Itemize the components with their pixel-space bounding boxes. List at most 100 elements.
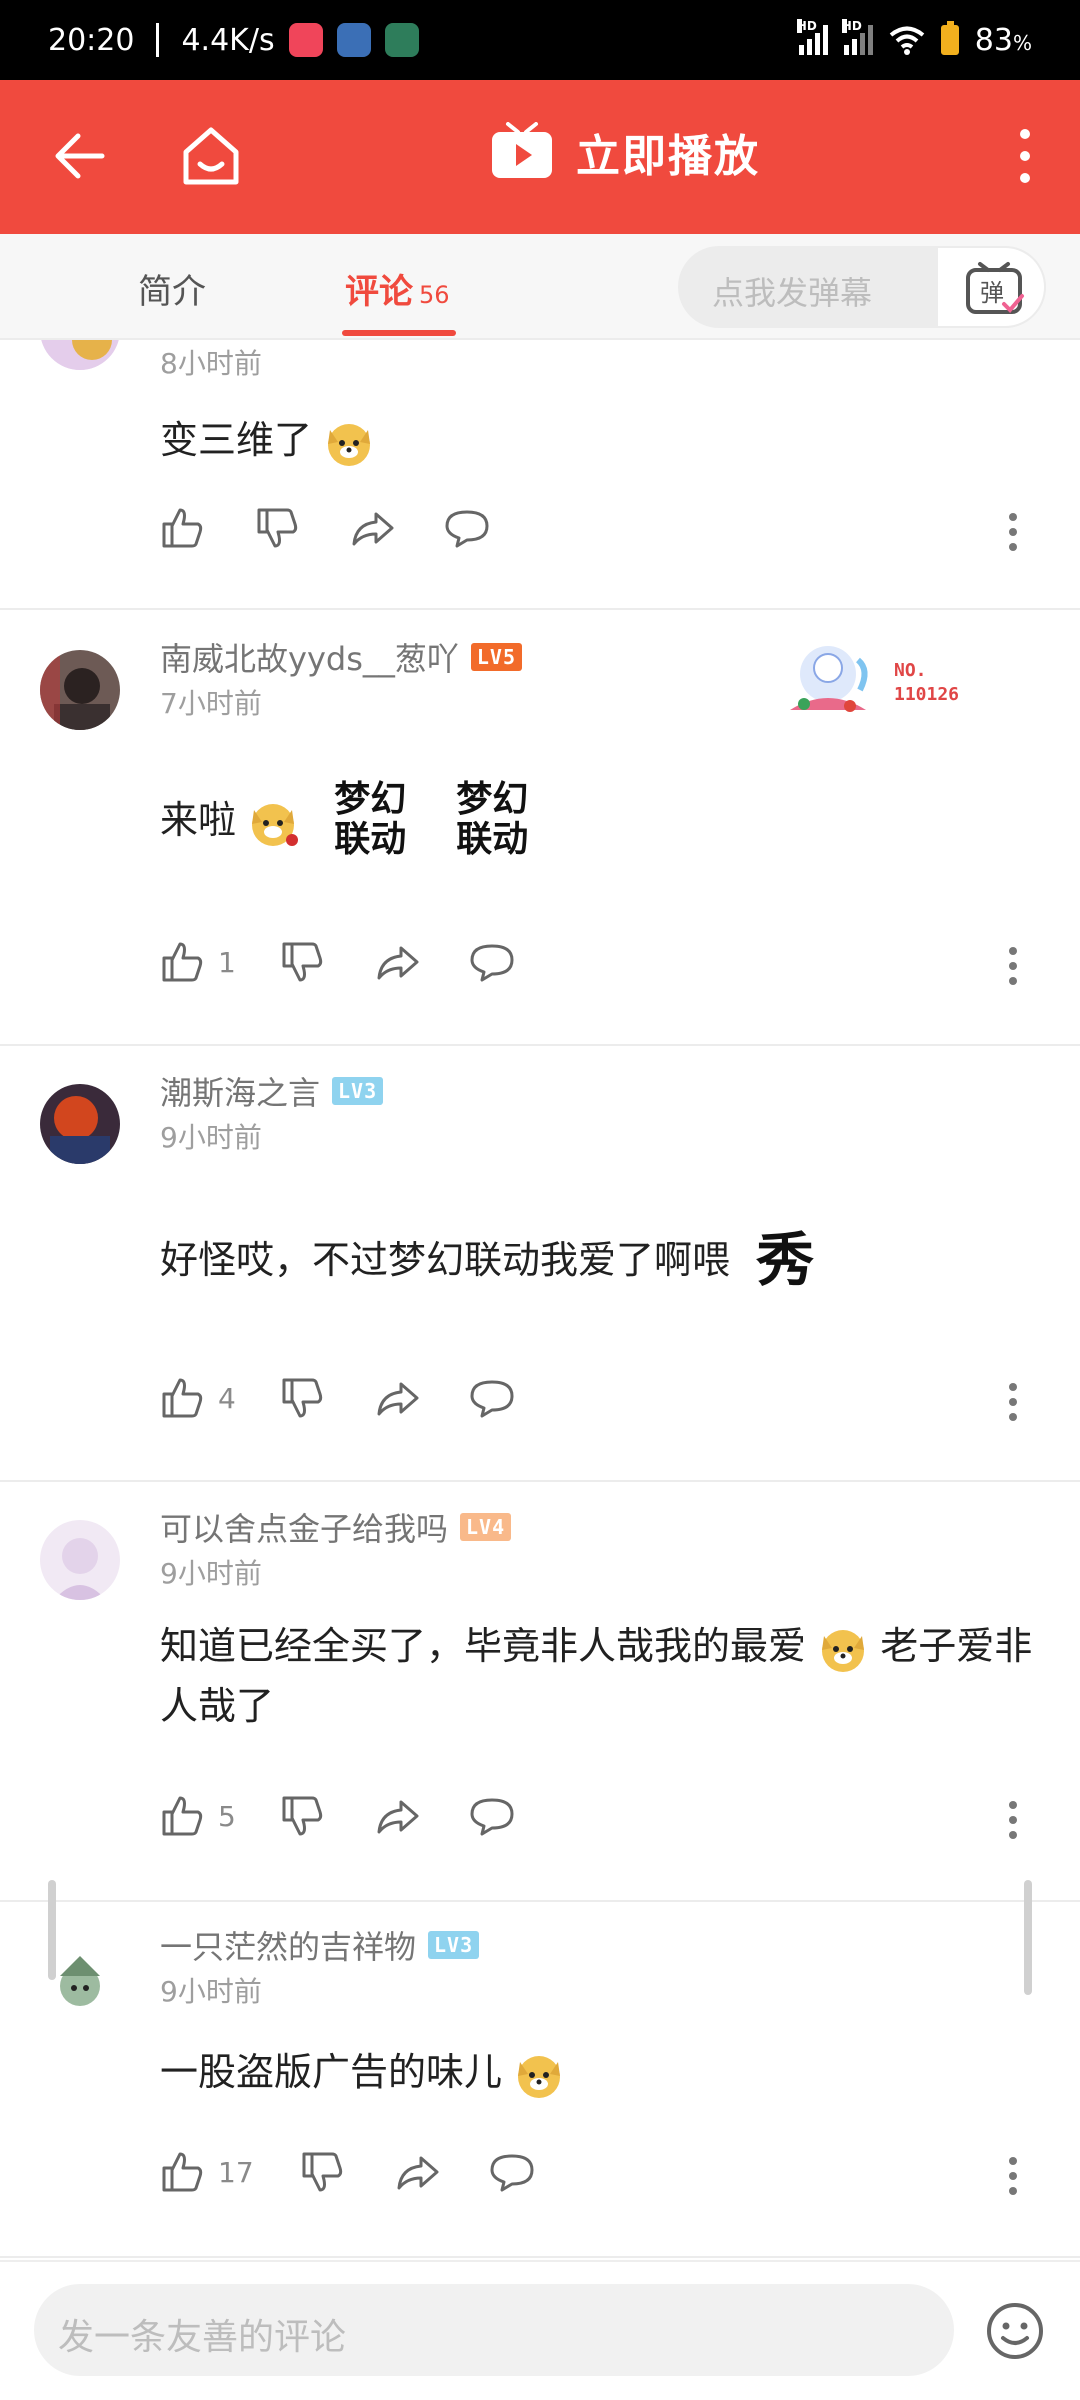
status-network-speed: 4.4K/s	[181, 22, 275, 58]
tab-indicator	[342, 330, 456, 336]
reply-button[interactable]	[490, 2150, 585, 2194]
scroll-indicator-right[interactable]	[1024, 1880, 1032, 1995]
share-button[interactable]	[375, 1794, 470, 1838]
comment-bubble-icon	[490, 2154, 534, 2192]
comment-bubble-icon	[445, 510, 489, 548]
comment-list[interactable]: 8小时前 变三维了 南威北故yyds__葱吖 LV5 7小时前 NO. 1101…	[0, 340, 1080, 2260]
share-arrow-icon	[377, 946, 419, 980]
comment-more-icon[interactable]	[1008, 2156, 1018, 2196]
comment-item: 可以舍点金子给我吗 LV4 9小时前 知道已经全买了，毕竟非人哉我的最爱 老子爱…	[0, 1482, 1080, 1902]
user-avatar[interactable]	[40, 340, 120, 370]
dislike-button[interactable]	[300, 2150, 395, 2194]
svg-text:NO.: NO.	[894, 660, 927, 681]
share-button[interactable]	[395, 2150, 490, 2194]
comment-more-icon[interactable]	[1008, 1382, 1018, 1422]
comment-time: 7小时前	[160, 687, 262, 720]
reply-button[interactable]	[470, 1794, 565, 1838]
comment-time: 9小时前	[160, 1975, 262, 2008]
level-badge: LV3	[428, 1931, 480, 1959]
fan-medal-badge: NO. 110126	[790, 646, 959, 712]
comment-time: 9小时前	[160, 1121, 262, 1154]
comment-actions: 5	[160, 1794, 565, 1838]
comment-text: 来啦 梦幻联动 梦幻联动	[160, 780, 1040, 860]
comment-more-icon[interactable]	[1008, 512, 1018, 552]
back-arrow-icon[interactable]	[50, 126, 110, 186]
share-button[interactable]	[375, 1376, 470, 1420]
share-arrow-icon	[352, 512, 394, 546]
tab-comments[interactable]: 评论 56	[345, 264, 450, 313]
dislike-button[interactable]	[255, 506, 350, 550]
comment-text: 一股盗版广告的味儿	[160, 2042, 1040, 2102]
comment-text: 变三维了	[160, 410, 1040, 470]
avatar-app-icon	[384, 23, 419, 57]
doge-emoji-icon	[328, 423, 371, 466]
like-button[interactable]: 17	[160, 2150, 300, 2194]
reply-button[interactable]	[445, 506, 540, 550]
scroll-indicator-left[interactable]	[48, 1880, 56, 1980]
emoji-picker-icon[interactable]	[986, 2302, 1044, 2360]
comment-username[interactable]: 潮斯海之言 LV3	[160, 1068, 384, 1114]
signal-2-icon: HD	[841, 19, 873, 55]
comments-count: 56	[419, 281, 450, 309]
svg-text:110126: 110126	[894, 684, 959, 705]
doge-rose-emoji-icon	[252, 803, 299, 846]
like-button[interactable]: 5	[160, 1794, 280, 1838]
thumb-down-icon	[282, 1796, 323, 1836]
comment-actions: 1	[160, 940, 565, 984]
comment-more-icon[interactable]	[1008, 1800, 1018, 1840]
play-now-button[interactable]: 立即播放	[490, 120, 760, 184]
share-button[interactable]	[350, 506, 445, 550]
dislike-button[interactable]	[280, 940, 375, 984]
comment-input-bar: 发一条友善的评论	[0, 2260, 1080, 2400]
comment-bubble-icon	[470, 1380, 514, 1418]
share-arrow-icon	[377, 1382, 419, 1416]
reply-button[interactable]	[470, 1376, 565, 1420]
comment-input-placeholder: 发一条友善的评论	[58, 2317, 347, 2358]
like-count: 4	[218, 1381, 236, 1415]
top-app-bar: 立即播放	[0, 80, 1080, 234]
comment-username[interactable]: 一只茫然的吉祥物 LV3	[160, 1922, 480, 1968]
home-icon[interactable]	[180, 124, 242, 188]
thumb-up-icon	[162, 942, 203, 982]
share-arrow-icon	[397, 2156, 439, 2190]
user-avatar[interactable]	[40, 1520, 120, 1600]
signal-1-icon: HD	[796, 19, 828, 55]
user-avatar[interactable]	[40, 650, 120, 730]
danmaku-tv-icon: 弹	[966, 262, 1024, 314]
comment-time: 8小时前	[160, 347, 262, 380]
doge-emoji-icon	[822, 1629, 865, 1672]
settings-app-icon	[336, 23, 371, 57]
like-button[interactable]: 4	[160, 1376, 280, 1420]
comment-actions: 17	[160, 2150, 585, 2194]
comment-input[interactable]: 发一条友善的评论	[34, 2284, 954, 2376]
comment-bubble-icon	[470, 944, 514, 982]
like-button[interactable]: 1	[160, 940, 280, 984]
doge-emoji-icon	[518, 2055, 561, 2098]
comment-text: 知道已经全买了，毕竟非人哉我的最爱 老子爱非人哉了	[160, 1624, 1033, 1728]
user-avatar[interactable]	[40, 1084, 120, 1164]
danmaku-input[interactable]: 点我发弹幕 弹	[678, 246, 1046, 328]
thumb-up-icon	[162, 508, 203, 548]
like-button[interactable]	[160, 506, 255, 550]
dislike-button[interactable]	[280, 1376, 375, 1420]
reply-button[interactable]	[470, 940, 565, 984]
share-button[interactable]	[375, 940, 470, 984]
comment-username[interactable]: 南威北故yyds__葱吖 LV5	[160, 634, 522, 680]
level-badge: LV4	[460, 1513, 512, 1541]
calendar-app-icon	[288, 23, 323, 57]
danmaku-toggle-button[interactable]: 弹	[936, 246, 1046, 328]
tab-intro[interactable]: 简介	[138, 264, 206, 313]
like-count: 1	[218, 945, 236, 979]
thumb-up-icon	[162, 1378, 203, 1418]
more-vertical-icon[interactable]	[1010, 126, 1040, 186]
svg-text:弹: 弹	[980, 279, 1004, 307]
wifi-icon	[889, 26, 925, 55]
comment-more-icon[interactable]	[1008, 946, 1018, 986]
comment-actions: 4	[160, 1376, 565, 1420]
sticker-dream-collab: 梦幻联动	[334, 779, 407, 860]
comment-bubble-icon	[470, 1798, 514, 1836]
comment-username[interactable]: 可以舍点金子给我吗 LV4	[160, 1504, 512, 1550]
dislike-button[interactable]	[280, 1794, 375, 1838]
comment-item: 一只茫然的吉祥物 LV3 9小时前 一股盗版广告的味儿 17	[0, 1902, 1080, 2258]
play-now-label: 立即播放	[576, 131, 760, 182]
